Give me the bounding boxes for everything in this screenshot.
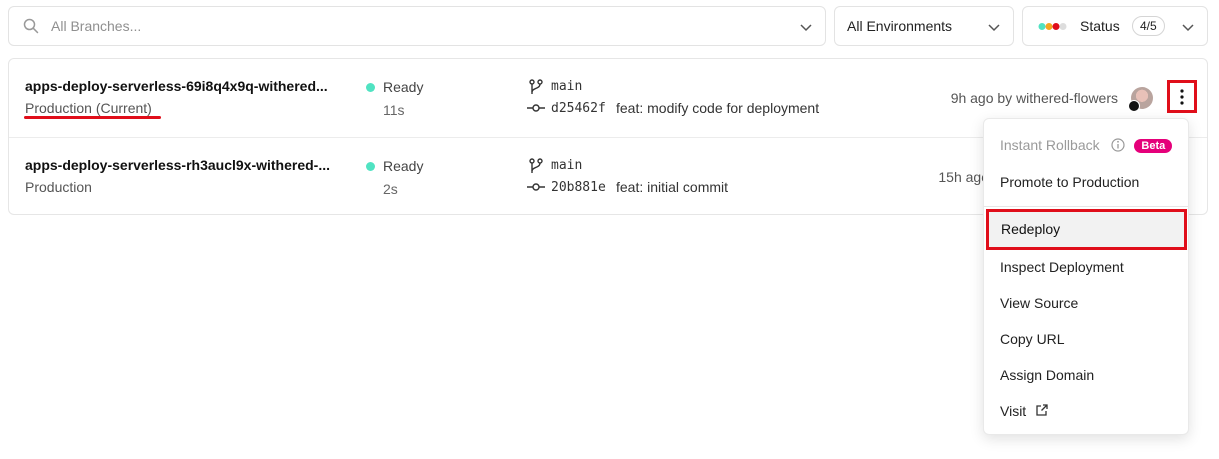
- deployment-name[interactable]: apps-deploy-serverless-69i8q4x9q-withere…: [25, 78, 355, 94]
- deployment-environment: Production: [25, 179, 92, 195]
- menu-item-promote[interactable]: Promote to Production: [1000, 174, 1139, 190]
- environment-select[interactable]: All Environments: [834, 6, 1014, 46]
- branch-name[interactable]: main: [551, 158, 582, 173]
- external-link-icon: [1036, 404, 1048, 416]
- deployment-name[interactable]: apps-deploy-serverless-rh3aucl9x-withere…: [25, 157, 355, 173]
- search-icon: [23, 18, 39, 34]
- status-filter-label: Status: [1080, 18, 1120, 34]
- ready-status-dot: [366, 162, 375, 171]
- branch-search-input[interactable]: All Branches...: [8, 6, 826, 46]
- beta-badge: Beta: [1134, 139, 1173, 153]
- environment-select-value: All Environments: [847, 18, 953, 34]
- ready-status-dot: [366, 83, 375, 92]
- git-branch-icon: [529, 79, 543, 94]
- search-placeholder: All Branches...: [51, 18, 142, 34]
- chevron-down-icon: [800, 24, 812, 32]
- menu-item-instant-rollback: Instant Rollback Beta: [1000, 137, 1173, 153]
- menu-item-visit[interactable]: Visit: [1000, 403, 1049, 419]
- menu-item-inspect[interactable]: Inspect Deployment: [1000, 259, 1124, 275]
- deployment-duration: 2s: [383, 181, 398, 197]
- status-count-badge: 4/5: [1132, 16, 1165, 36]
- more-actions-button[interactable]: [1167, 80, 1197, 113]
- github-icon: [1128, 100, 1140, 112]
- deployment-time: 9h ago by withered-flowers: [950, 90, 1118, 106]
- commit-message: feat: modify code for deployment: [616, 100, 820, 116]
- deployment-environment: Production (Current): [25, 100, 152, 116]
- menu-divider: [984, 206, 1188, 207]
- branch-name[interactable]: main: [551, 79, 582, 94]
- chevron-down-icon: [988, 24, 1000, 32]
- menu-item-redeploy[interactable]: Redeploy: [986, 209, 1187, 250]
- git-commit-icon: [527, 183, 545, 191]
- commit-message: feat: initial commit: [616, 179, 729, 195]
- info-icon[interactable]: [1110, 138, 1125, 152]
- git-commit-icon: [527, 104, 545, 112]
- git-branch-icon: [529, 158, 543, 173]
- menu-item-copy-url[interactable]: Copy URL: [1000, 331, 1065, 347]
- menu-item-view-source[interactable]: View Source: [1000, 295, 1078, 311]
- commit-sha[interactable]: 20b881e: [551, 180, 606, 195]
- deployment-status: Ready: [383, 158, 424, 174]
- deployment-time: 15h ago: [938, 169, 989, 185]
- current-highlight-underline: [24, 116, 161, 119]
- deployment-status: Ready: [383, 79, 424, 95]
- deployment-duration: 11s: [383, 102, 405, 118]
- deployment-actions-menu: Instant Rollback Beta Promote to Product…: [983, 118, 1189, 435]
- status-dots-icon: [1038, 23, 1067, 30]
- menu-item-assign-domain[interactable]: Assign Domain: [1000, 367, 1094, 383]
- status-filter[interactable]: Status 4/5: [1022, 6, 1208, 46]
- commit-sha[interactable]: d25462f: [551, 101, 606, 116]
- chevron-down-icon: [1182, 24, 1194, 32]
- instant-rollback-label: Instant Rollback: [1000, 137, 1100, 153]
- more-vertical-icon: [1180, 88, 1184, 105]
- visit-label: Visit: [1000, 403, 1027, 419]
- redeploy-label: Redeploy: [1001, 221, 1061, 237]
